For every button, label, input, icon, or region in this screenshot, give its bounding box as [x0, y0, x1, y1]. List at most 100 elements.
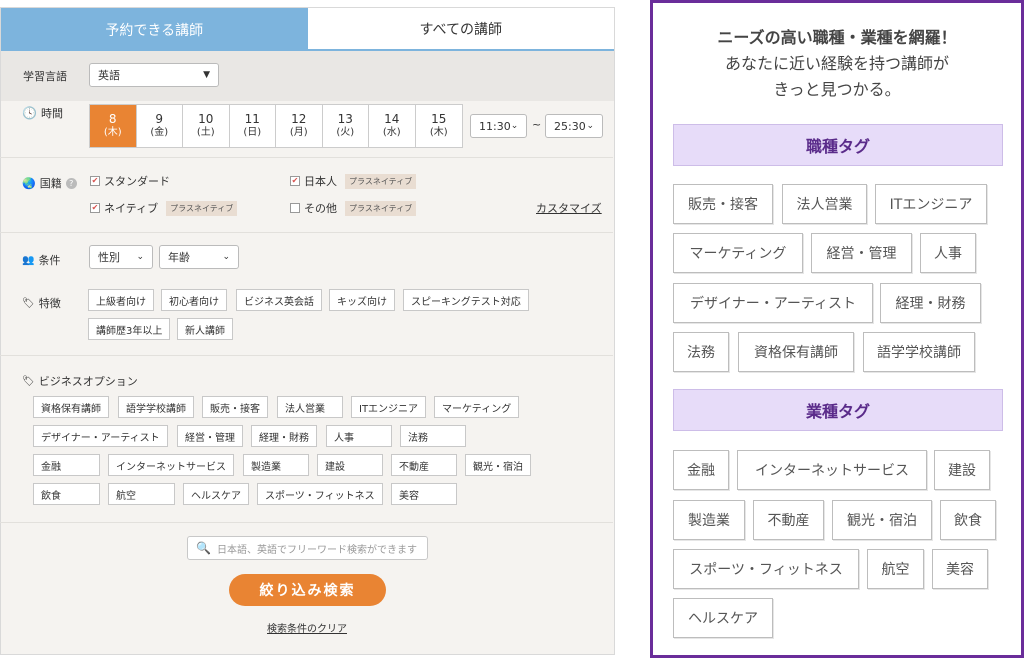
industry-tag[interactable]: 航空: [867, 549, 924, 589]
date-cell[interactable]: 15 (木): [416, 105, 463, 147]
divider: [0, 157, 613, 158]
business-tag[interactable]: 飲食: [33, 483, 100, 505]
feature-tag[interactable]: ビジネス英会話: [236, 289, 322, 311]
conditions-label: 条件: [38, 254, 61, 267]
industry-tag[interactable]: 製造業: [673, 500, 745, 540]
business-tag[interactable]: 航空: [108, 483, 175, 505]
business-tag[interactable]: ヘルスケア: [183, 483, 249, 505]
business-tag[interactable]: 法務: [400, 425, 466, 447]
industry-tag[interactable]: 不動産: [753, 500, 824, 540]
feature-tag[interactable]: キッズ向け: [329, 289, 395, 311]
job-tag[interactable]: 販売・接客: [673, 184, 773, 224]
feature-tag[interactable]: 新人講師: [177, 318, 233, 340]
date-cell[interactable]: 11 (日): [230, 105, 276, 147]
feature-tag[interactable]: 上級者向け: [88, 289, 154, 311]
nationality-option-standard[interactable]: ✔ スタンダード: [90, 173, 170, 189]
chevron-down-icon: ⌄: [222, 252, 230, 262]
industry-tag[interactable]: 飲食: [940, 500, 996, 540]
nationality-option-japanese[interactable]: ✔ 日本人 プラスネイティブ: [290, 173, 417, 189]
business-tag[interactable]: 販売・接客: [202, 396, 268, 418]
age-select[interactable]: 年齢 ⌄: [159, 245, 239, 269]
business-tag[interactable]: 経営・管理: [177, 425, 243, 447]
tab-available-teachers[interactable]: 予約できる講師: [1, 8, 308, 51]
business-tag[interactable]: 人事: [326, 425, 392, 447]
business-tag[interactable]: デザイナー・アーティスト: [33, 425, 168, 447]
feature-tag[interactable]: 初心者向け: [161, 289, 227, 311]
nationality-label: 国籍: [39, 177, 62, 190]
industry-tag[interactable]: インターネットサービス: [737, 450, 927, 490]
chevron-down-icon: ⌄: [510, 121, 519, 131]
job-tag[interactable]: デザイナー・アーティスト: [673, 283, 873, 323]
divider: [0, 355, 613, 356]
tag-icon: 🏷: [22, 375, 35, 387]
date-cell[interactable]: 9 (金): [137, 105, 183, 147]
business-tag[interactable]: 観光・宿泊: [465, 454, 531, 476]
job-tag[interactable]: 人事: [920, 233, 976, 273]
industry-tag[interactable]: 金融: [673, 450, 729, 490]
clock-icon: 🕓: [22, 106, 37, 120]
industry-tag[interactable]: 建設: [934, 450, 990, 490]
business-tag[interactable]: マーケティング: [434, 396, 520, 418]
job-tag[interactable]: マーケティング: [673, 233, 803, 273]
feature-tag[interactable]: 講師歴3年以上: [88, 318, 171, 340]
globe-icon: 🌏: [22, 176, 36, 190]
business-tag[interactable]: 資格保有講師: [33, 396, 109, 418]
nationality-option-native[interactable]: ✔ ネイティブ プラスネイティブ: [90, 200, 238, 216]
checkbox-unchecked-icon[interactable]: [290, 203, 300, 213]
free-word-search-input[interactable]: 🔍 日本語、英語でフリーワード検索ができます: [187, 536, 428, 560]
business-tag[interactable]: スポーツ・フィットネス: [257, 483, 383, 505]
business-tag[interactable]: 経理・財務: [251, 425, 317, 447]
business-tag[interactable]: 美容: [391, 483, 457, 505]
business-tag[interactable]: 製造業: [243, 454, 309, 476]
industry-tag[interactable]: スポーツ・フィットネス: [673, 549, 859, 589]
business-tag[interactable]: 語学学校講師: [118, 396, 194, 418]
business-tag[interactable]: 不動産: [391, 454, 457, 476]
date-cell[interactable]: 14 (水): [369, 105, 416, 147]
gender-select[interactable]: 性別 ⌄: [89, 245, 153, 269]
business-label: ビジネスオプション: [38, 375, 138, 388]
checkbox-checked-icon[interactable]: ✔: [90, 203, 100, 213]
feature-tag[interactable]: スピーキングテスト対応: [403, 289, 529, 311]
time-label-wrap: 🕓 時間: [22, 105, 63, 121]
business-tag[interactable]: 建設: [317, 454, 383, 476]
job-tag[interactable]: 経営・管理: [811, 233, 912, 273]
checkbox-checked-icon[interactable]: ✔: [90, 176, 100, 186]
industry-tag[interactable]: 美容: [932, 549, 988, 589]
promo-headline: ニーズの高い職種・業種を網羅！ あなたに近い経験を持つ講師が きっと見つかる。: [717, 28, 957, 99]
job-tag-header: 職種タグ: [673, 124, 1003, 166]
time-from-select[interactable]: 11:30 ⌄: [470, 114, 527, 138]
job-tag[interactable]: 資格保有講師: [738, 332, 854, 372]
industry-tag[interactable]: ヘルスケア: [673, 598, 773, 638]
language-select[interactable]: 英語 ▼: [89, 63, 219, 87]
time-to-value: 25:30: [554, 119, 586, 133]
plus-native-badge: プラスネイティブ: [345, 200, 417, 216]
tab-all-teachers[interactable]: すべての講師: [307, 8, 614, 51]
job-tag[interactable]: 法人営業: [782, 184, 867, 224]
job-tag[interactable]: 経理・財務: [880, 283, 981, 323]
nationality-label-wrap: 🌏 国籍 ?: [22, 175, 77, 191]
date-cell[interactable]: 13 (火): [323, 105, 369, 147]
features-label-wrap: 🏷 特徴: [22, 295, 61, 311]
checkbox-checked-icon[interactable]: ✔: [290, 176, 300, 186]
filter-search-button[interactable]: 絞り込み検索: [229, 574, 386, 606]
clear-conditions-link[interactable]: 検索条件のクリア: [267, 620, 347, 635]
nationality-option-other[interactable]: その他 プラスネイティブ: [290, 200, 417, 216]
job-tag[interactable]: 語学学校講師: [863, 332, 975, 372]
help-icon[interactable]: ?: [65, 177, 77, 189]
date-cell[interactable]: 10 (土): [183, 105, 230, 147]
business-tag[interactable]: インターネットサービス: [108, 454, 234, 476]
time-label: 時間: [40, 107, 63, 120]
language-label: 学習言語: [23, 70, 67, 83]
business-tag[interactable]: ITエンジニア: [351, 396, 426, 418]
job-tag[interactable]: 法務: [673, 332, 729, 372]
customize-link[interactable]: カスタマイズ: [536, 200, 602, 216]
business-tag[interactable]: 金融: [33, 454, 100, 476]
business-tag[interactable]: 法人営業: [277, 396, 343, 418]
time-to-select[interactable]: 25:30 ⌄: [545, 114, 603, 138]
date-cell[interactable]: 8 (木): [90, 105, 137, 147]
business-label-wrap: 🏷 ビジネスオプション: [22, 373, 138, 389]
industry-tag[interactable]: 観光・宿泊: [832, 500, 932, 540]
date-cell[interactable]: 12 (月): [276, 105, 323, 147]
job-tag[interactable]: ITエンジニア: [875, 184, 987, 224]
tab-bar: 予約できる講師 すべての講師: [1, 8, 614, 51]
